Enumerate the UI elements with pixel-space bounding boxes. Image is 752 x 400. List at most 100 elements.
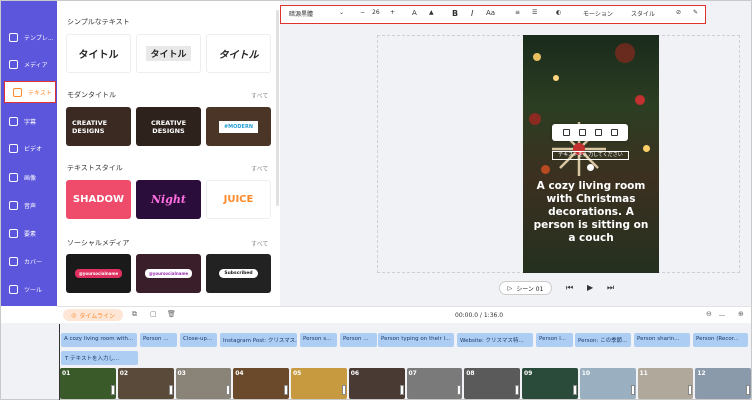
trim-handle[interactable] bbox=[110, 385, 115, 395]
trim-handle[interactable] bbox=[746, 385, 750, 395]
style-button[interactable]: スタイル bbox=[631, 9, 655, 18]
font-size-input[interactable]: 26 bbox=[372, 9, 380, 16]
trim-handle[interactable] bbox=[399, 385, 404, 395]
text-tile-juice[interactable]: JUICE bbox=[206, 180, 271, 219]
template-icon bbox=[9, 32, 18, 42]
video-thumb[interactable]: 03 bbox=[175, 368, 232, 399]
italic-button[interactable]: I bbox=[471, 9, 473, 18]
text-tile-simple-3[interactable]: タイトル bbox=[206, 34, 271, 73]
caption-clip[interactable]: Person ... bbox=[140, 333, 177, 347]
video-thumb[interactable]: 06 bbox=[348, 368, 405, 399]
video-thumb[interactable]: 07 bbox=[406, 368, 463, 399]
video-thumb[interactable]: 05 bbox=[291, 368, 347, 399]
caption-clip[interactable]: Person: この季節... bbox=[575, 333, 631, 347]
sidebar-item-video[interactable]: ビデオ bbox=[1, 137, 57, 159]
caption-clip[interactable]: Website: クリスマス特... bbox=[457, 333, 533, 347]
trash-icon[interactable] bbox=[610, 129, 618, 136]
font-size-increase[interactable]: + bbox=[390, 9, 395, 16]
text-tile-night[interactable]: Night bbox=[136, 180, 201, 219]
text-clip[interactable]: T テキストを入力し... bbox=[61, 351, 138, 365]
sidebar-item-label: テンプレ... bbox=[24, 34, 54, 42]
case-button[interactable]: Aa bbox=[486, 9, 495, 17]
font-size-decrease[interactable]: − bbox=[360, 9, 365, 16]
align-left-icon[interactable] bbox=[562, 129, 570, 136]
trim-handle[interactable] bbox=[168, 385, 173, 395]
skip-forward-icon[interactable]: ⏭ bbox=[607, 283, 614, 293]
panel-scrollbar[interactable] bbox=[276, 10, 279, 206]
caption-clip[interactable]: Instagram Post: クリスマス... bbox=[220, 333, 297, 347]
video-thumb[interactable]: 08 bbox=[464, 368, 520, 399]
trim-handle[interactable] bbox=[457, 385, 462, 395]
zoom-in-icon[interactable]: ⊕ bbox=[738, 310, 744, 318]
caption-clip[interactable]: Person l... bbox=[536, 333, 573, 347]
caption-clip[interactable]: Person ... bbox=[340, 333, 377, 347]
spacing-icon[interactable]: ☰ bbox=[532, 9, 537, 16]
text-color-button[interactable]: A bbox=[412, 9, 417, 17]
chevron-down-icon[interactable]: ⌄ bbox=[339, 9, 344, 16]
zoom-slider[interactable]: ── bbox=[719, 313, 725, 319]
trim-handle[interactable] bbox=[341, 385, 346, 395]
skip-back-icon[interactable]: ⏮ bbox=[566, 283, 573, 293]
text-tile-social-2[interactable]: @yoursocialname bbox=[136, 254, 201, 293]
text-tile-social-3[interactable]: Subscribed bbox=[206, 254, 271, 293]
video-thumb[interactable]: 11 bbox=[637, 368, 694, 399]
see-all-style-link[interactable]: すべて bbox=[251, 164, 268, 173]
sidebar-item-tools[interactable]: ツール bbox=[1, 278, 57, 300]
video-caption[interactable]: A cozy living room with Christmas decora… bbox=[530, 180, 652, 245]
motion-button[interactable]: モーション bbox=[583, 9, 613, 18]
trim-handle[interactable] bbox=[572, 385, 577, 395]
caption-clip[interactable]: Person s... bbox=[300, 333, 337, 347]
caption-clip[interactable]: Person sharin... bbox=[634, 333, 690, 347]
duplicate-icon[interactable] bbox=[594, 129, 602, 136]
scene-selector[interactable]: ▷ シーン 01 bbox=[499, 281, 552, 295]
play-icon[interactable]: ▶ bbox=[587, 283, 593, 292]
text-tile-modern-1[interactable]: CREATIVE DESIGNS bbox=[66, 107, 131, 146]
video-thumb[interactable]: 02 bbox=[117, 368, 174, 399]
layers-icon[interactable] bbox=[578, 129, 586, 136]
bold-button[interactable]: B bbox=[452, 9, 458, 18]
sidebar-item-text[interactable]: テキスト bbox=[4, 81, 56, 103]
text-tile-modern-2[interactable]: CREATIVE DESIGNS bbox=[136, 107, 201, 146]
rotate-handle-icon[interactable] bbox=[587, 164, 594, 171]
sidebar-item-image[interactable]: 画像 bbox=[1, 166, 57, 188]
zoom-out-icon[interactable]: ⊖ bbox=[706, 310, 712, 318]
caption-clip[interactable]: Person (Recor... bbox=[693, 333, 748, 347]
font-select[interactable]: 暗源黒體 bbox=[289, 9, 313, 18]
trim-handle[interactable] bbox=[284, 385, 288, 395]
video-thumb[interactable]: 04 bbox=[233, 368, 289, 399]
text-tile-simple-2[interactable]: タイトル bbox=[136, 34, 201, 73]
caption-clip[interactable]: A cozy living room with... bbox=[61, 333, 137, 347]
video-thumb[interactable]: 12 bbox=[695, 368, 751, 399]
trim-handle[interactable] bbox=[630, 385, 635, 395]
sidebar-item-cover[interactable]: カバー bbox=[1, 250, 57, 272]
sidebar-item-media[interactable]: メディア bbox=[1, 53, 57, 75]
text-tile-modern-3[interactable]: #MODERN bbox=[206, 107, 271, 146]
text-tile-social-1[interactable]: @yoursocialname bbox=[66, 254, 131, 293]
see-all-social-link[interactable]: すべて bbox=[251, 239, 268, 248]
edit-pen-icon[interactable]: ✎ bbox=[693, 9, 698, 16]
text-tile-shadow[interactable]: SHADOW bbox=[66, 180, 131, 219]
selected-text-box[interactable]: テキストを入力してください bbox=[552, 151, 629, 160]
copy-icon[interactable]: ▢ bbox=[150, 310, 157, 318]
caption-clip[interactable]: Close-up... bbox=[180, 333, 217, 347]
video-thumb[interactable]: 10 bbox=[579, 368, 636, 399]
link-icon[interactable]: ⊘ bbox=[676, 9, 681, 16]
trim-handle[interactable] bbox=[688, 385, 693, 395]
video-thumb[interactable]: 09 bbox=[522, 368, 578, 399]
split-icon[interactable]: ⧉ bbox=[132, 310, 137, 319]
delete-icon[interactable]: 🗑 bbox=[167, 310, 176, 318]
opacity-icon[interactable]: ◐ bbox=[556, 9, 561, 16]
highlight-color-icon[interactable]: ▲ bbox=[429, 9, 434, 16]
text-tile-simple-1[interactable]: タイトル bbox=[66, 34, 131, 73]
caption-clip[interactable]: Person typing on their l... bbox=[378, 333, 454, 347]
trim-handle[interactable] bbox=[226, 385, 231, 395]
align-icon[interactable]: ≡ bbox=[515, 9, 520, 16]
timeline-toggle-button[interactable]: ◎ タイムライン bbox=[63, 309, 123, 321]
sidebar-item-subtitle[interactable]: 字幕 bbox=[1, 110, 57, 132]
see-all-modern-link[interactable]: すべて bbox=[251, 91, 268, 100]
sidebar-item-audio[interactable]: 音声 bbox=[1, 194, 57, 216]
video-thumb[interactable]: 01 bbox=[60, 368, 116, 399]
trim-handle[interactable] bbox=[515, 385, 519, 395]
sidebar-item-template[interactable]: テンプレ... bbox=[1, 26, 57, 48]
sidebar-item-elements[interactable]: 要素 bbox=[1, 222, 57, 244]
